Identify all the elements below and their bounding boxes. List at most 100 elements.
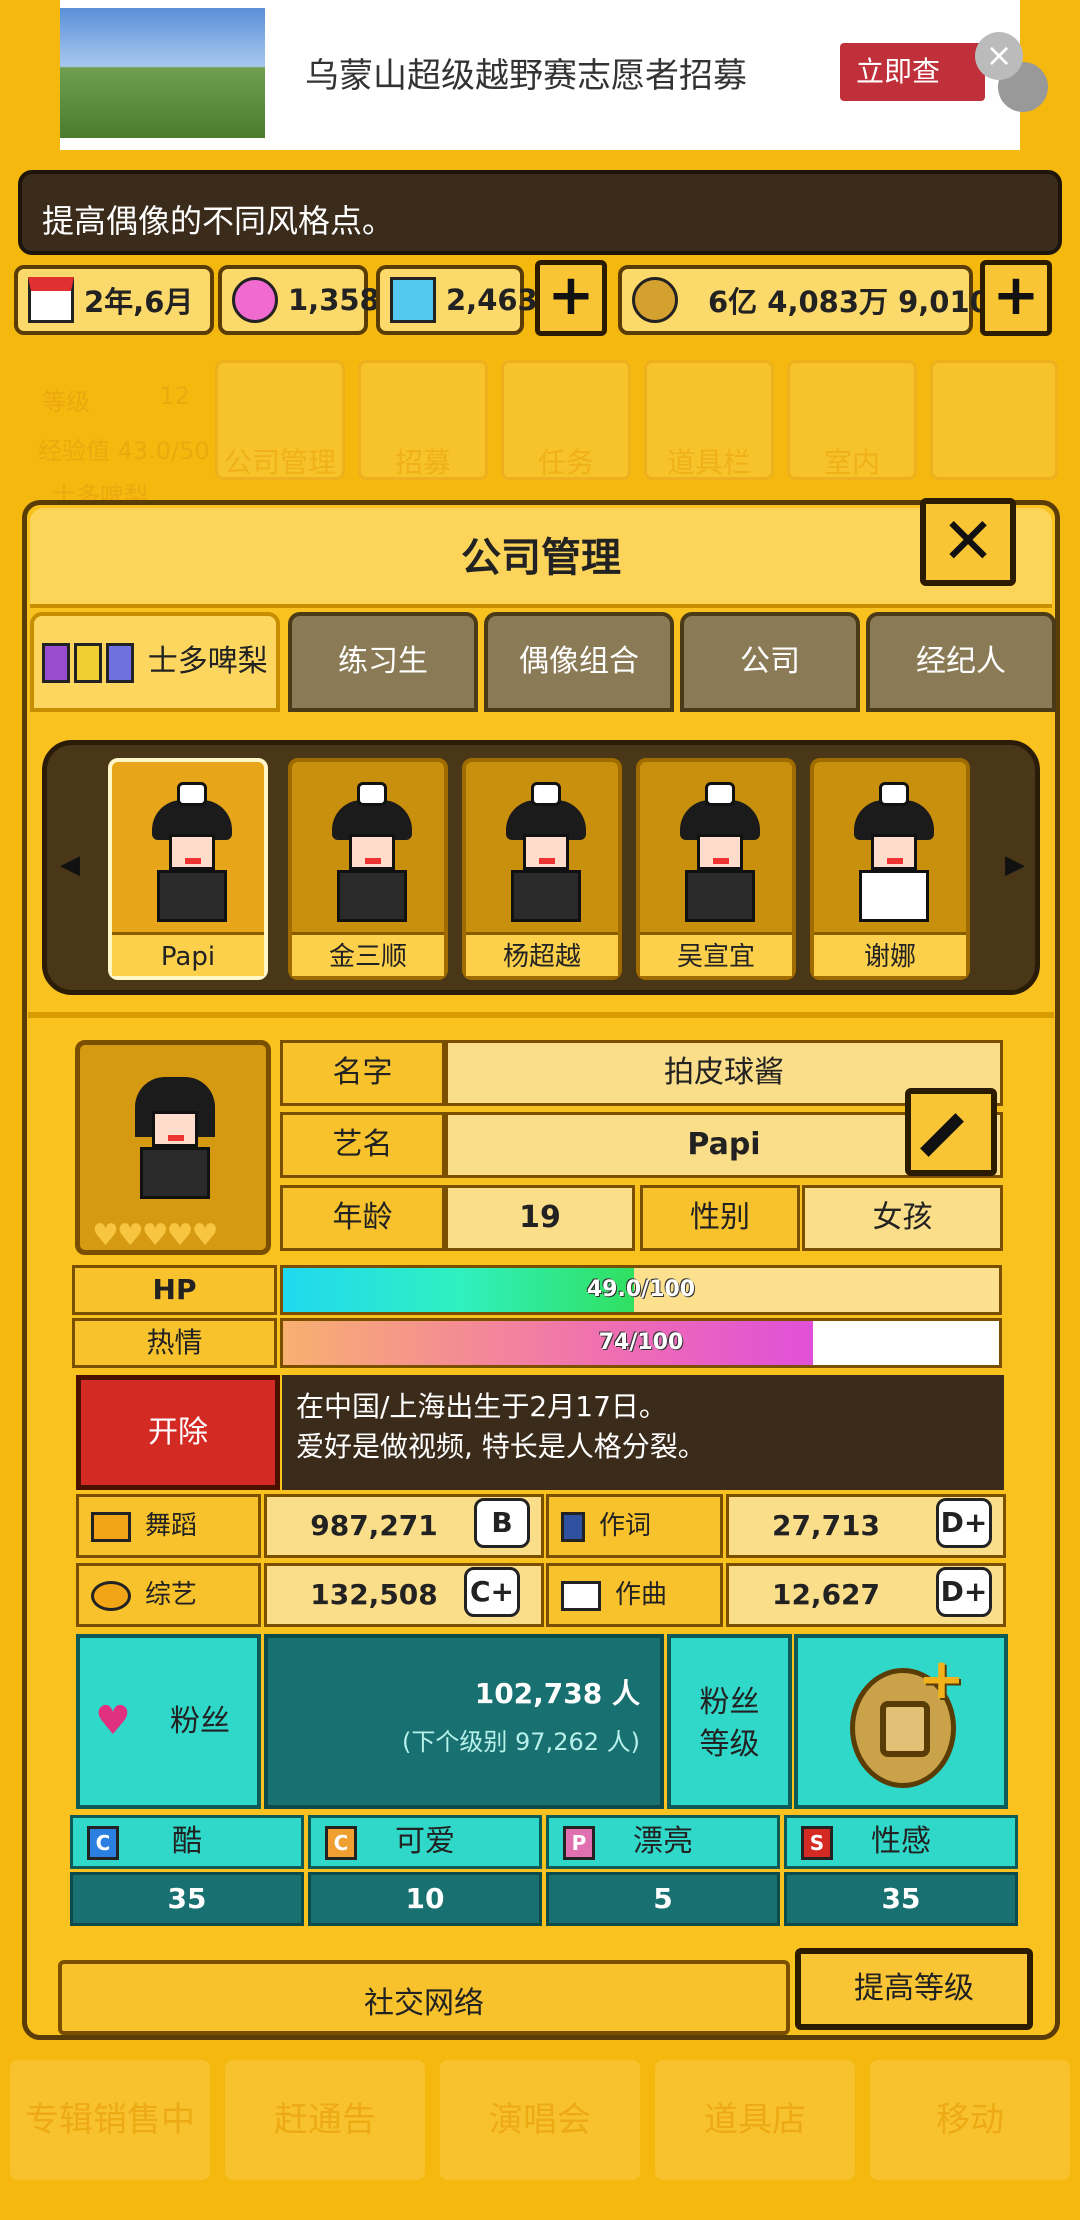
ad-banner[interactable]: 乌蒙山超级越野赛志愿者招募 立即查 ×	[60, 0, 1048, 150]
hp-label: HP	[72, 1265, 277, 1315]
passion-label: 热情	[72, 1318, 277, 1368]
skill-compose-grade: D+	[936, 1567, 992, 1617]
bg-album-sales: 专辑销售中	[10, 2060, 210, 2180]
tab-strawberry[interactable]: 士多啤梨	[30, 612, 280, 712]
pencil-icon	[920, 1113, 964, 1157]
ad-cta-button[interactable]: 立即查	[840, 43, 985, 101]
affection-hearts: ♥♥♥♥♥	[92, 1218, 218, 1253]
member-card[interactable]: 谢娜	[810, 758, 970, 980]
member-card[interactable]: 吴宣宜	[636, 758, 796, 980]
stage-name-label: 艺名	[280, 1112, 445, 1178]
age-value: 19	[445, 1185, 635, 1251]
age-label: 年龄	[280, 1185, 445, 1251]
member-card[interactable]: Papi	[108, 758, 268, 980]
scroll-left-icon[interactable]: ◀	[60, 850, 80, 880]
ad-image[interactable]	[60, 8, 265, 138]
skill-lyrics-grade: D+	[936, 1498, 992, 1548]
social-network-button[interactable]: 社交网络	[58, 1960, 790, 2035]
member-name: 杨超越	[466, 932, 618, 976]
piano-icon	[561, 1580, 601, 1611]
tab-managers[interactable]: 经纪人	[866, 612, 1056, 712]
fans-count-box: 102,738 人 (下个级别 97,262 人)	[264, 1634, 664, 1809]
bg-company-stats: 等级 12 经验值 43.0/50 士多啤梨	[22, 362, 210, 510]
style-cool-label: C酷	[70, 1815, 304, 1869]
bg-level-label: 等级	[42, 388, 90, 416]
idol-bio: 在中国/上海出生于2月17日。 爱好是做视频, 特长是人格分裂。	[282, 1375, 1004, 1490]
member-name: Papi	[112, 932, 264, 976]
ad-text[interactable]: 乌蒙山超级越野赛志愿者招募	[305, 48, 747, 97]
pink-gem-icon	[232, 277, 278, 323]
style-sexy-label: S 性感	[784, 1815, 1018, 1869]
fire-button[interactable]: 开除	[76, 1375, 280, 1490]
idol-sprite-icon	[501, 782, 591, 922]
pen-icon	[561, 1511, 585, 1542]
skill-compose-label: 作曲	[546, 1563, 723, 1627]
idol-sprite-icon	[849, 782, 939, 922]
skill-variety-label: 综艺	[76, 1563, 261, 1627]
calendar-icon	[28, 277, 74, 323]
panel-title: 公司管理	[30, 508, 1052, 608]
buy-gems-button[interactable]: +	[535, 260, 607, 336]
skill-variety-grade: C+	[464, 1567, 520, 1617]
skill-dance-grade: B	[474, 1498, 530, 1548]
close-panel-button[interactable]: ✕	[920, 498, 1016, 586]
style-cute-label: C 可爱	[308, 1815, 542, 1869]
bg-schedule: 赶通告	[225, 2060, 425, 2180]
heart-icon: ♥	[95, 1698, 131, 1744]
ticker-text: 提高偶像的不同风格点。	[42, 202, 395, 240]
cool-style-icon: C	[87, 1826, 119, 1860]
member-name: 吴宣宜	[640, 932, 792, 976]
bg-tile-interior: 室内	[787, 360, 917, 480]
scroll-right-icon[interactable]: ▶	[1005, 850, 1025, 880]
member-card[interactable]: 金三顺	[288, 758, 448, 980]
member-card[interactable]: 杨超越	[462, 758, 622, 980]
cute-style-icon: C	[325, 1826, 357, 1860]
group-icon	[106, 642, 135, 683]
style-label: 可爱	[395, 1824, 455, 1859]
idol-sprite-icon	[147, 782, 237, 922]
blue-gem-counter: 2,463	[376, 265, 538, 335]
bg-move: 移动	[870, 2060, 1070, 2180]
idol-sprite-icon	[327, 782, 417, 922]
tab-trainees[interactable]: 练习生	[288, 612, 478, 712]
member-name: 金三顺	[292, 932, 444, 976]
coin-icon	[632, 277, 678, 323]
idol-sprite-icon	[675, 782, 765, 922]
buy-money-button[interactable]: +	[980, 260, 1052, 336]
bg-item-shop: 道具店	[655, 2060, 855, 2180]
style-pretty-value: 5	[546, 1872, 780, 1926]
member-name: 谢娜	[814, 932, 966, 976]
skill-label: 作曲	[615, 1580, 668, 1610]
style-label: 性感	[871, 1824, 931, 1859]
fan-level-label-line: 粉丝	[699, 1685, 760, 1720]
level-up-button[interactable]: 提高等级	[795, 1948, 1033, 2030]
pink-gem-counter: 1,358	[218, 265, 380, 335]
fan-level-label-line: 等级	[699, 1727, 760, 1762]
skill-label: 综艺	[145, 1580, 198, 1610]
bg-tile-recruit: 招募	[358, 360, 488, 480]
level-up-plus-icon: +	[918, 1647, 965, 1712]
fan-level-badge[interactable]: +	[794, 1634, 1008, 1809]
edit-name-button[interactable]	[905, 1088, 997, 1176]
name-label: 名字	[280, 1040, 445, 1106]
variety-icon	[91, 1580, 131, 1611]
skill-label: 作词	[599, 1511, 652, 1541]
bg-tile-mail	[930, 360, 1058, 480]
group-icon	[74, 642, 103, 683]
money-value: 6亿 4,083万 9,010元	[708, 285, 1019, 319]
ad-close-icon[interactable]: ×	[975, 32, 1023, 80]
style-label: 酷	[172, 1824, 202, 1859]
idol-portrait-icon	[130, 1059, 220, 1199]
gender-value: 女孩	[802, 1185, 1003, 1251]
pretty-style-icon: P	[563, 1826, 595, 1860]
hp-bar: 49.0/100	[280, 1265, 1002, 1315]
bio-line: 爱好是做视频, 特长是人格分裂。	[296, 1430, 706, 1463]
tab-company[interactable]: 公司	[680, 612, 860, 712]
bio-line: 在中国/上海出生于2月17日。	[296, 1390, 667, 1423]
sexy-style-icon: S	[801, 1826, 833, 1860]
date-display: 2年,6月	[14, 265, 214, 335]
divider	[28, 1012, 1054, 1018]
tab-idol-groups[interactable]: 偶像组合	[484, 612, 674, 712]
blue-gem-icon	[390, 277, 436, 323]
bg-tile-company: 公司管理	[215, 360, 345, 480]
